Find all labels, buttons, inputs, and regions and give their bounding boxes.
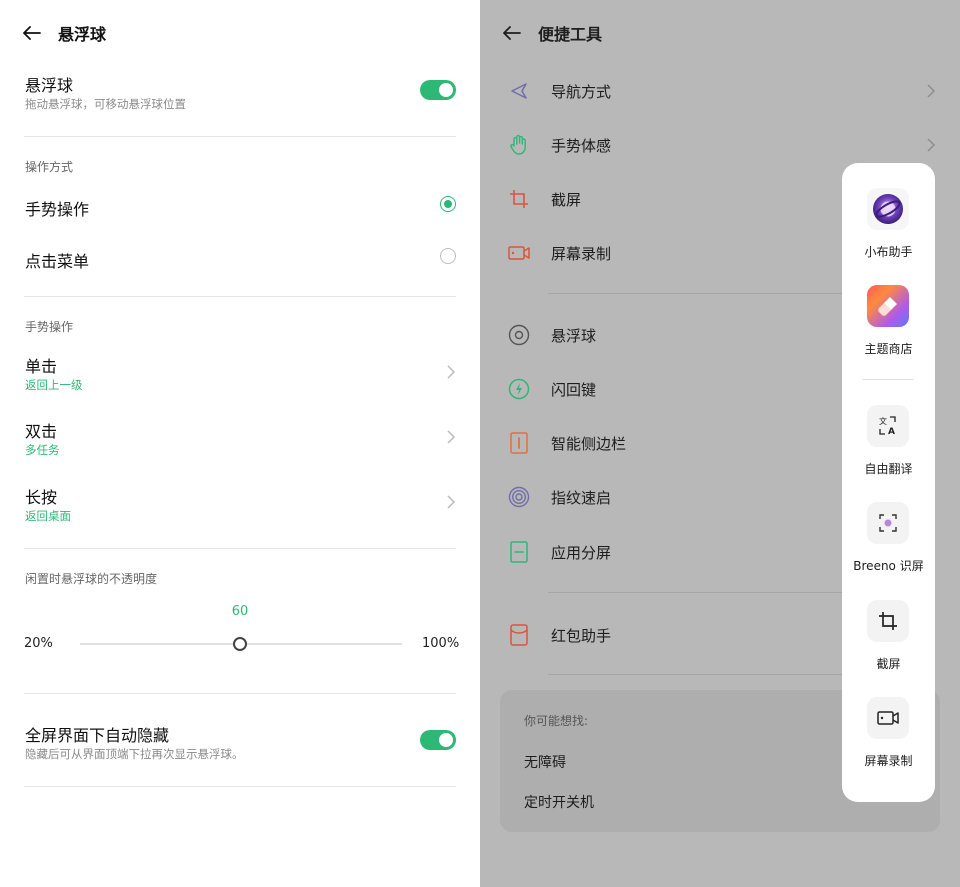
toggle-knob (439, 83, 453, 97)
svg-text:文: 文 (879, 416, 887, 426)
header: 便捷工具 (502, 18, 602, 48)
gesture-double-tap-title[interactable]: 双击 (25, 418, 57, 442)
gesture-long-press-value: 返回桌面 (25, 509, 71, 523)
gesture-double-tap-value: 多任务 (25, 443, 60, 457)
tool-item-label: 智能侧边栏 (551, 435, 627, 453)
float-ball-title: 悬浮球 (25, 76, 74, 95)
mode-section-label: 操作方式 (25, 160, 74, 174)
suggestion-item[interactable]: 无障碍 (524, 752, 566, 772)
suggestion-item[interactable]: 定时开关机 (524, 792, 594, 812)
chevron-right-icon[interactable] (926, 137, 936, 153)
opacity-min-label: 20% (24, 636, 53, 651)
divider (24, 136, 456, 137)
toolbox-divider (862, 379, 914, 380)
chevron-right-icon[interactable] (446, 494, 456, 510)
gesture-single-tap-value: 返回上一级 (25, 378, 83, 392)
mode-option-menu-radio[interactable] (440, 248, 456, 264)
tool-item-label: 截屏 (551, 191, 582, 209)
screen-recognition-icon[interactable] (867, 502, 909, 544)
video-record-icon (506, 240, 532, 266)
tool-item-label: 悬浮球 (551, 327, 597, 345)
tool-item-split-screen[interactable]: 应用分屏 (506, 537, 611, 567)
mode-option-menu-label[interactable]: 点击菜单 (25, 248, 89, 272)
chevron-right-icon[interactable] (926, 83, 936, 99)
tool-item-navigation[interactable]: 导航方式 (506, 76, 611, 106)
toolbox-label: Breeno 识屏 (853, 559, 924, 573)
crop-icon (506, 186, 532, 212)
divider (24, 296, 456, 297)
opacity-label: 闲置时悬浮球的不透明度 (25, 572, 158, 586)
tool-item-fingerprint[interactable]: 指纹速启 (506, 482, 611, 512)
divider (24, 786, 456, 787)
mode-option-gesture-radio[interactable] (440, 196, 456, 212)
navigation-arrow-icon (506, 78, 532, 104)
tool-item-label: 指纹速启 (551, 489, 612, 507)
convenience-tools-page: 便捷工具 导航方式 手势体感 截屏 屏幕录制 悬浮球 闪回键 智能侧边栏 指纹速… (480, 0, 960, 887)
toolbox-label: 截屏 (876, 657, 901, 671)
red-packet-icon (506, 622, 532, 648)
toolbox-label: 小布助手 (864, 245, 913, 259)
chevron-right-icon[interactable] (446, 364, 456, 380)
opacity-max-label: 100% (422, 636, 460, 651)
toolbox-label: 主题商店 (864, 342, 913, 356)
back-arrow-icon[interactable] (22, 23, 42, 43)
theme-store-icon[interactable] (867, 285, 909, 327)
sidebar-icon (506, 430, 532, 456)
hand-icon (506, 132, 532, 158)
opacity-value: 60 (231, 604, 249, 619)
video-record-icon[interactable] (867, 697, 909, 739)
tool-item-label: 红包助手 (551, 627, 612, 645)
float-ball-subtitle: 拖动悬浮球，可移动悬浮球位置 (25, 97, 186, 111)
crop-icon[interactable] (867, 600, 909, 642)
header: 悬浮球 (22, 18, 106, 48)
toggle-knob (439, 733, 453, 747)
divider (24, 548, 456, 549)
fullscreen-hide-subtitle: 隐藏后可从界面顶端下拉再次显示悬浮球。 (25, 747, 244, 761)
page-title: 便捷工具 (538, 25, 603, 44)
chevron-right-icon[interactable] (446, 429, 456, 445)
toolbox-label: 自由翻译 (864, 462, 913, 476)
floating-toolbox: 小布助手 主题商店 文 A 自由翻译 Breeno 识屏 截屏 屏幕录制 (842, 163, 935, 802)
tool-item-screen-record[interactable]: 屏幕录制 (506, 238, 611, 268)
float-ball-settings-page: 悬浮球 悬浮球 拖动悬浮球，可移动悬浮球位置 操作方式 手势操作 点击菜单 手势… (0, 0, 480, 887)
gesture-section-label: 手势操作 (25, 320, 74, 334)
translate-icon[interactable]: 文 A (867, 405, 909, 447)
gesture-single-tap-title[interactable]: 单击 (25, 353, 57, 377)
flash-back-icon (506, 376, 532, 402)
back-arrow-icon[interactable] (502, 23, 522, 43)
page-title: 悬浮球 (58, 25, 107, 44)
suggestion-label: 你可能想找: (524, 714, 589, 728)
toolbox-label: 屏幕录制 (864, 754, 913, 768)
tool-item-label: 屏幕录制 (551, 245, 612, 263)
tool-item-smart-sidebar[interactable]: 智能侧边栏 (506, 428, 626, 458)
tool-item-float-ball[interactable]: 悬浮球 (506, 320, 596, 350)
tool-item-gesture[interactable]: 手势体感 (506, 130, 611, 160)
split-screen-icon (506, 539, 532, 565)
fingerprint-icon (506, 484, 532, 510)
tool-item-flash-back[interactable]: 闪回键 (506, 374, 596, 404)
float-ball-toggle[interactable] (420, 80, 456, 100)
opacity-slider-thumb[interactable] (233, 637, 247, 651)
mode-option-gesture-label[interactable]: 手势操作 (25, 196, 89, 220)
divider (24, 693, 456, 694)
fullscreen-hide-title: 全屏界面下自动隐藏 (25, 726, 170, 745)
fullscreen-hide-toggle[interactable] (420, 730, 456, 750)
tool-item-label: 闪回键 (551, 381, 597, 399)
svg-text:A: A (888, 427, 895, 437)
float-ball-icon (506, 322, 532, 348)
breeno-assistant-icon[interactable] (867, 188, 909, 230)
tool-item-label: 手势体感 (551, 137, 612, 155)
tool-item-label: 导航方式 (551, 83, 612, 101)
tool-item-screenshot[interactable]: 截屏 (506, 184, 581, 214)
gesture-long-press-title[interactable]: 长按 (25, 484, 57, 508)
tool-item-red-packet[interactable]: 红包助手 (506, 620, 611, 650)
tool-item-label: 应用分屏 (551, 544, 612, 562)
